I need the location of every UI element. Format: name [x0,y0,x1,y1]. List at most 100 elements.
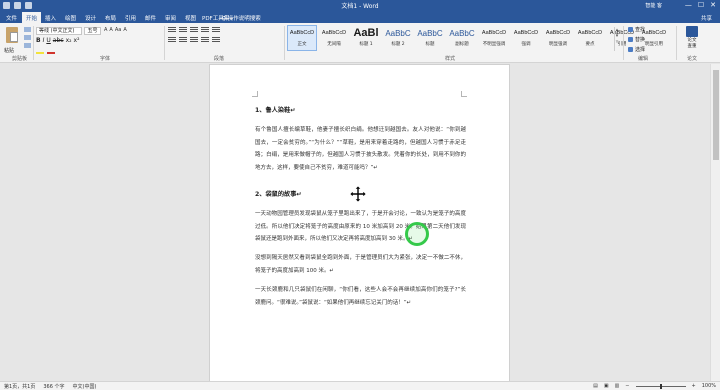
italic-button[interactable]: I [43,37,45,44]
web-layout-icon[interactable]: ▥ [615,383,620,389]
bold-button[interactable]: B [36,37,41,44]
styles-more-icon[interactable]: ▴ ▾ ▿ [614,27,619,51]
multilevel-list-icon[interactable] [190,27,198,33]
ribbon-tabs: 文件 开始 插入 绘图 设计 布局 引用 邮件 审阅 视图 PDF工具集 ♀ 操… [0,12,720,23]
style-name: 标题 1 [359,42,373,47]
close-button[interactable]: ✕ [710,1,716,10]
decrease-indent-icon[interactable] [201,27,209,33]
zoom-out-button[interactable]: − [625,383,629,389]
style-item[interactable]: AaBbCcD 强调 [511,25,541,51]
tell-me-search[interactable]: ♀ 操作说明搜索 [222,14,261,22]
align-right-icon[interactable] [190,37,198,43]
copy-icon[interactable] [24,35,31,40]
tab-layout[interactable]: 布局 [105,14,116,22]
minimize-button[interactable]: — [685,1,692,10]
highlight-color-icon[interactable] [36,48,44,54]
paragraph-1: 有个鲁国人擅长编草鞋，他妻子擅长织白绢。他想迁到越国去。友人对他说：“你到越国去… [255,126,466,172]
style-name: 无间隔 [327,42,341,47]
line-spacing-icon[interactable] [212,37,220,43]
style-name: 标题 [425,42,435,47]
style-item[interactable]: AaBbC 标题 [415,25,445,51]
style-item[interactable]: AaBbCcD 无间隔 [319,25,349,51]
page-count[interactable]: 第1页，共1页 [4,383,35,390]
format-painter-icon[interactable] [24,43,31,48]
numbering-icon[interactable] [179,27,187,33]
document-body[interactable]: 1、鲁人染鞋↵ 有个鲁国人擅长编草鞋，他妻子擅长织白绢。他想迁到越国去。友人对他… [255,105,466,315]
margin-mark [252,91,258,97]
paste-label: 粘贴 [4,48,15,54]
cut-icon[interactable] [24,27,31,32]
document-page[interactable]: 1、鲁人染鞋↵ 有个鲁国人擅长编草鞋，他妻子擅长织白绢。他想迁到越国去。友人对他… [209,64,510,381]
style-item[interactable]: AaBl 标题 1 [351,25,381,51]
grow-font-button[interactable]: A [104,27,107,33]
vertical-scrollbar[interactable] [710,64,720,381]
strikethrough-button[interactable]: abc [53,37,64,44]
zoom-level[interactable]: 100% [702,383,716,389]
style-sample: AaBl [353,27,379,39]
paste-button[interactable] [4,25,20,45]
tab-review[interactable]: 审阅 [165,14,176,22]
style-sample: AaBbCcD [545,30,571,36]
align-center-icon[interactable] [179,37,187,43]
user-name[interactable]: 智能 客 [645,2,662,9]
margin-mark [461,91,467,97]
style-item[interactable]: AaBbCcD 正文 [287,25,317,51]
style-item[interactable]: AaBbCcD 明显强调 [543,25,573,51]
style-item[interactable]: AaBbCcD 不明显强调 [479,25,509,51]
style-name: 标题 2 [391,42,405,47]
font-group-label: 字体 [100,56,111,62]
click-indicator [405,222,429,246]
status-bar: 第1页，共1页 366 个字 中文(中国) ▤ ▣ ▥ − + 100% [0,381,720,390]
zoom-slider[interactable] [635,383,686,389]
font-size-select[interactable]: 五号 [84,27,101,35]
tab-file[interactable]: 文件 [6,14,17,22]
print-layout-icon[interactable]: ▣ [604,383,609,389]
replace-button[interactable]: 替换 [628,36,645,43]
document-area[interactable]: 1、鲁人染鞋↵ 有个鲁国人擅长编草鞋，他妻子擅长织白绢。他想迁到越国去。友人对他… [0,64,720,381]
share-button[interactable]: 共享 [701,14,712,22]
zoom-in-button[interactable]: + [692,383,696,389]
title-bar: 文档1 - Word 智能 客 — ☐ ✕ [0,0,720,12]
scrollbar-thumb[interactable] [713,70,719,160]
shrink-font-button[interactable]: A [109,27,112,33]
tab-insert[interactable]: 插入 [45,14,56,22]
align-left-icon[interactable] [168,37,176,43]
style-sample: AaBbCcD [289,30,315,36]
style-sample: AaBbC [449,29,475,38]
tab-design[interactable]: 设计 [85,14,96,22]
tab-draw[interactable]: 绘图 [65,14,76,22]
increase-indent-icon[interactable] [212,27,220,33]
find-icon [628,27,633,32]
tab-view[interactable]: 视图 [185,14,196,22]
read-mode-icon[interactable]: ▤ [593,383,598,389]
language-indicator[interactable]: 中文(中国) [73,383,97,390]
style-item[interactable]: AaBbCcD 要点 [575,25,605,51]
tab-references[interactable]: 引用 [125,14,136,22]
style-sample: AaBbCcD [481,30,507,36]
bullets-icon[interactable] [168,27,176,33]
select-button[interactable]: 选择 [628,46,645,53]
change-case-button[interactable]: Aa [115,27,121,33]
clear-format-button[interactable]: A [123,27,126,33]
style-sample: AaBbCcD [577,30,603,36]
heading-1: 1、鲁人染鞋↵ [255,107,296,114]
font-name-select[interactable]: 等线 (中文正文) [36,27,82,35]
styles-group-label: 样式 [445,56,456,62]
tab-home[interactable]: 开始 [22,12,42,23]
ribbon: 粘贴 剪贴板 等线 (中文正文) 五号 A A Aa A B I U abc x… [0,23,720,63]
zoom-slider-thumb[interactable] [659,383,662,389]
tab-mailings[interactable]: 邮件 [145,14,156,22]
justify-icon[interactable] [201,37,209,43]
find-button[interactable]: 查找 [628,26,645,33]
window-title: 文档1 - Word [341,3,379,10]
word-count[interactable]: 366 个字 [43,383,64,390]
underline-button[interactable]: U [46,37,50,44]
font-color-icon[interactable] [47,48,55,54]
subscript-button[interactable]: x₂ [66,37,72,44]
paragraph-3: 没想到隔天居然又看到袋鼠全跑到外面，于是管理员们大为紧张，决定一不做二不休，将笼… [255,255,466,274]
style-item[interactable]: AaBbC 副标题 [447,25,477,51]
maximize-button[interactable]: ☐ [698,1,704,10]
superscript-button[interactable]: x² [74,37,80,44]
style-item[interactable]: AaBbC 标题 2 [383,25,413,51]
paper-check-button[interactable]: 论文 查重 [680,26,704,50]
